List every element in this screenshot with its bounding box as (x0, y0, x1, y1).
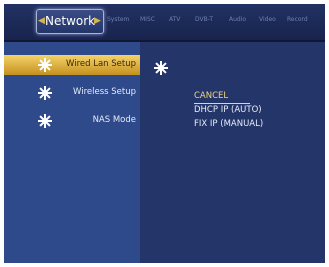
tab-video[interactable]: Video (259, 16, 276, 23)
right-arrow-icon[interactable]: ▶ (94, 16, 101, 26)
sun-icon (38, 86, 52, 100)
tab-misc[interactable]: MISC (140, 16, 155, 23)
menu-item-label: NAS Mode (92, 115, 136, 125)
tab-audio[interactable]: Audio (229, 16, 246, 23)
sun-icon (38, 114, 52, 128)
selection-underline (194, 103, 250, 104)
tab-atv[interactable]: ATV (169, 16, 180, 23)
settings-menu: Wired Lan Setup Wireless Setup NAS Mode (4, 42, 140, 263)
left-arrow-icon[interactable]: ◀ (38, 16, 45, 26)
fix-ip-manual-option[interactable]: FIX IP (MANUAL) (194, 119, 263, 129)
tab-dvb-t[interactable]: DVB-T (195, 16, 213, 23)
top-tab-bar: ◀ Network ▶ System MISC ATV DVB-T Audio … (4, 4, 325, 42)
tab-network[interactable]: ◀ Network ▶ (36, 9, 104, 34)
sun-icon (38, 58, 52, 72)
menu-item-label: Wired Lan Setup (66, 59, 136, 69)
sun-icon (154, 61, 168, 75)
settings-screen: ◀ Network ▶ System MISC ATV DVB-T Audio … (4, 4, 325, 263)
tab-record[interactable]: Record (287, 16, 308, 23)
menu-item-label: Wireless Setup (72, 87, 136, 97)
cancel-option[interactable]: CANCEL (194, 91, 228, 101)
options-panel: CANCEL DHCP IP (AUTO) FIX IP (MANUAL) (140, 42, 325, 263)
menu-item-wired-lan-setup[interactable]: Wired Lan Setup (4, 55, 140, 75)
menu-item-wireless-setup[interactable]: Wireless Setup (4, 83, 140, 103)
menu-item-nas-mode[interactable]: NAS Mode (4, 111, 140, 131)
tab-system[interactable]: System (107, 16, 129, 23)
tab-network-label: Network (45, 14, 96, 28)
dhcp-auto-option[interactable]: DHCP IP (AUTO) (194, 105, 262, 115)
